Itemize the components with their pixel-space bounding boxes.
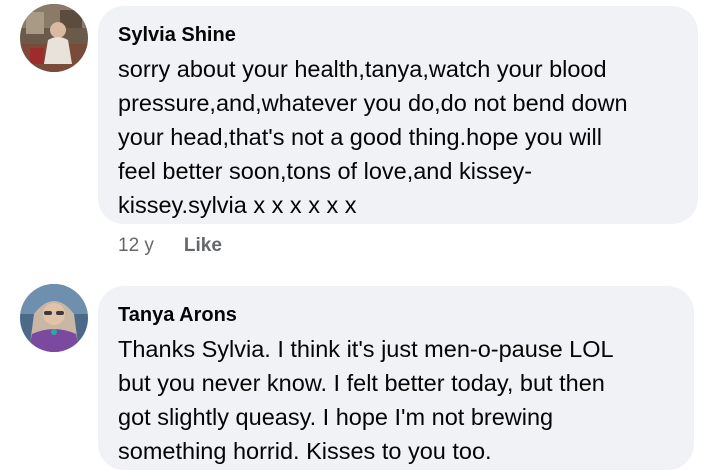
- comment-timestamp[interactable]: 12 y: [118, 235, 154, 257]
- avatar-tanya[interactable]: [20, 284, 88, 352]
- comment-bubble: Sylvia Shine sorry about your health,tan…: [98, 6, 698, 224]
- comment-actions: 12 y Like: [118, 235, 222, 257]
- comment-text: Thanks Sylvia. I think it's just men-o-p…: [118, 336, 614, 464]
- profile-photo-icon: [20, 284, 88, 352]
- comment-author[interactable]: Sylvia Shine: [118, 22, 678, 48]
- like-button[interactable]: Like: [184, 235, 222, 257]
- comment-text: sorry about your health,tanya,watch your…: [118, 56, 628, 218]
- avatar-sylvia[interactable]: [20, 4, 88, 72]
- comment-author[interactable]: Tanya Arons: [118, 302, 674, 328]
- comment-bubble: Tanya Arons Thanks Sylvia. I think it's …: [98, 286, 694, 470]
- profile-photo-icon: [20, 4, 88, 72]
